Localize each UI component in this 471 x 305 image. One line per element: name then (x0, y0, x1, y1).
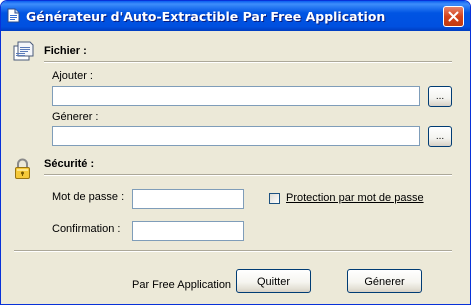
ajouter-input[interactable] (52, 86, 420, 106)
fichier-section-title: Fichier : (44, 45, 87, 57)
password-label: Mot de passe : (52, 191, 125, 203)
generer-label: Génerer : (52, 111, 99, 123)
padlock-icon (15, 158, 30, 179)
footer-divider (14, 250, 452, 252)
dialog-client-area: Fichier : Ajouter : ... Génerer : ... Sé… (1, 31, 470, 304)
document-icon (13, 41, 34, 61)
close-icon (448, 11, 459, 22)
confirmation-label: Confirmation : (52, 223, 121, 235)
protection-checkbox[interactable] (269, 193, 280, 204)
securite-divider (44, 174, 452, 176)
app-icon (7, 8, 20, 23)
quit-button[interactable]: Quitter (236, 269, 311, 293)
generer-browse-button[interactable]: ... (428, 126, 452, 147)
title-bar[interactable]: Générateur d'Auto-Extractible Par Free A… (1, 1, 470, 31)
app-window: Générateur d'Auto-Extractible Par Free A… (0, 0, 471, 305)
window-title: Générateur d'Auto-Extractible Par Free A… (26, 9, 386, 24)
confirmation-input[interactable] (132, 221, 244, 241)
generate-button[interactable]: Génerer (347, 269, 422, 293)
ajouter-browse-button[interactable]: ... (428, 86, 452, 107)
ajouter-label: Ajouter : (52, 70, 93, 82)
credit-text: Par Free Application (132, 279, 232, 291)
securite-section-title: Sécurité : (44, 158, 95, 170)
protection-label[interactable]: Protection par mot de passe (286, 192, 424, 204)
close-button[interactable] (443, 6, 464, 27)
generer-input[interactable] (52, 126, 420, 146)
password-input[interactable] (132, 189, 244, 209)
fichier-divider (44, 61, 452, 63)
